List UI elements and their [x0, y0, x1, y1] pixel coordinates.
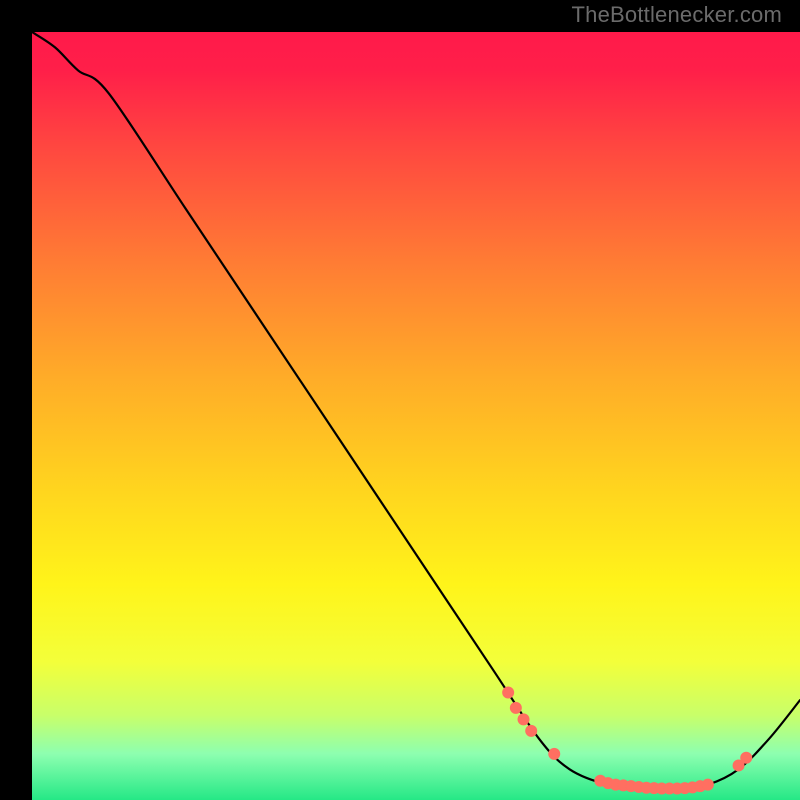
highlight-point: [702, 779, 713, 790]
bottleneck-chart: [32, 32, 800, 800]
chart-frame: [16, 16, 784, 784]
highlight-point: [503, 687, 514, 698]
highlight-point: [549, 748, 560, 759]
highlight-point: [518, 714, 529, 725]
highlight-point: [510, 702, 521, 713]
highlight-point: [526, 725, 537, 736]
chart-background: [32, 32, 800, 800]
watermark-text: TheBottlenecker.com: [572, 2, 782, 28]
highlight-point: [741, 752, 752, 763]
